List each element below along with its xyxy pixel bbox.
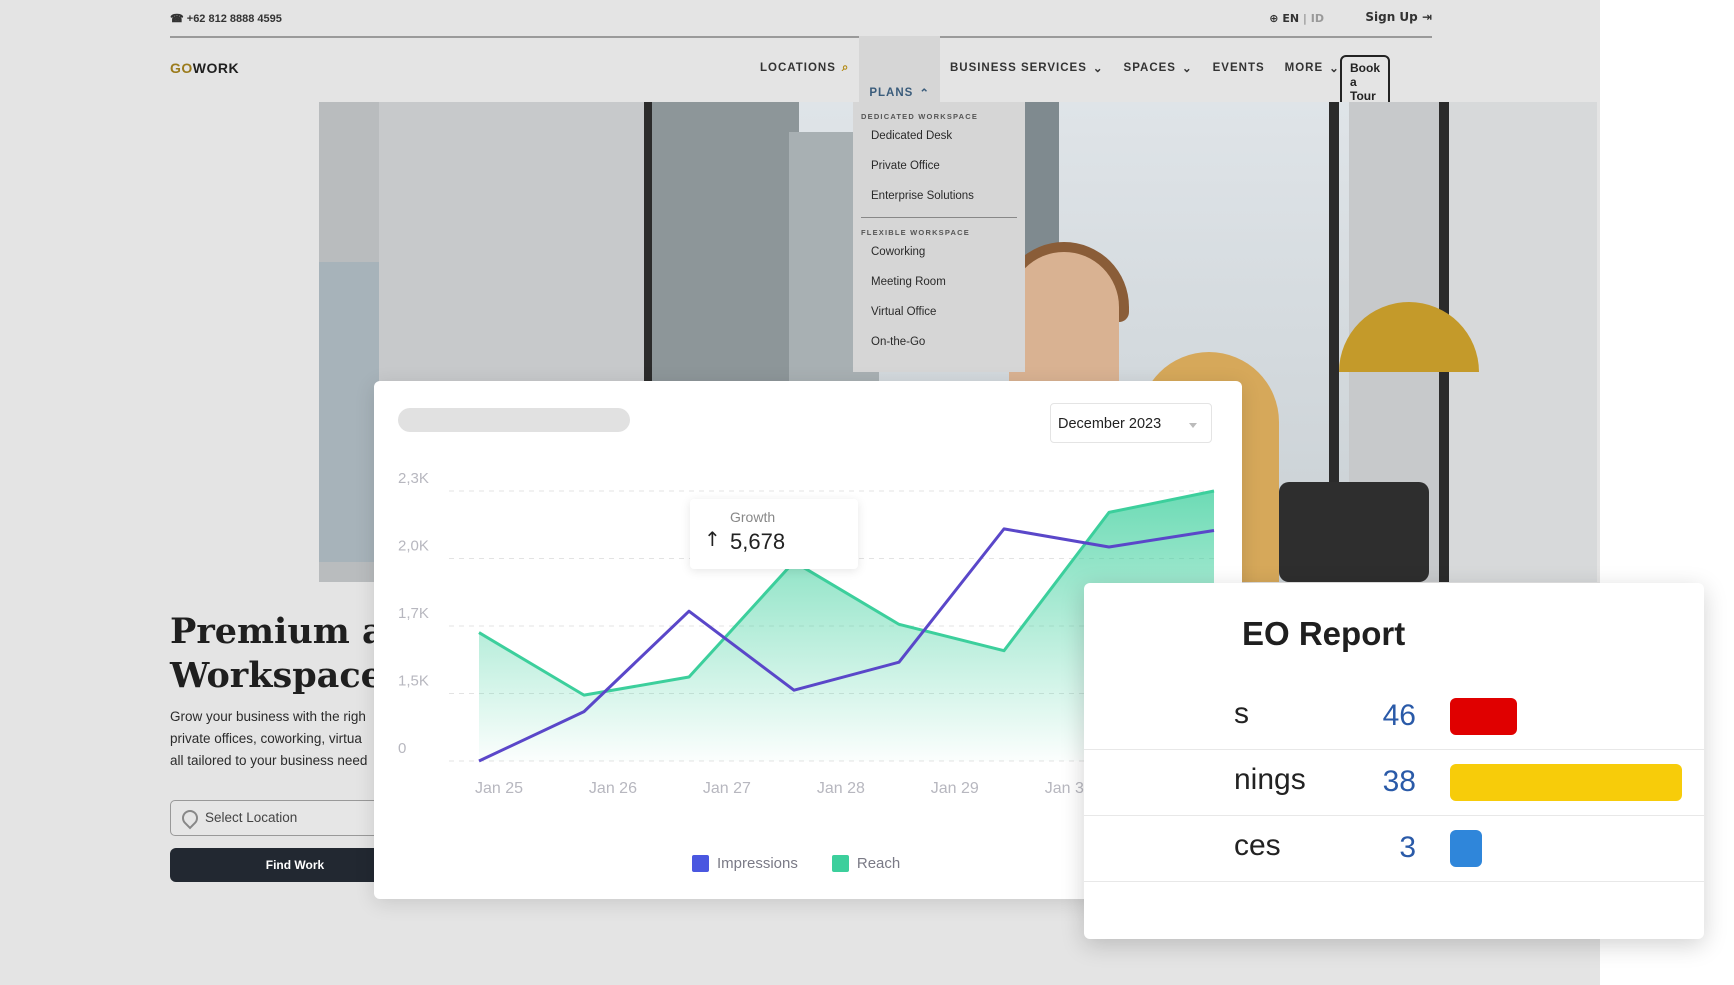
x-tick-label: Jan 29 xyxy=(931,780,979,797)
x-tick-label: Jan 27 xyxy=(703,780,751,797)
whatsapp-icon: ☎ xyxy=(170,13,184,25)
x-tick-label: Jan 28 xyxy=(817,780,865,797)
seo-report-card: EO Report s 46 nings 38 ces 3 xyxy=(1084,583,1704,939)
search-icon: ⌕ xyxy=(841,61,850,74)
sign-up-link[interactable]: Sign Up ⇥ xyxy=(1365,10,1432,24)
seo-row: ces 3 xyxy=(1084,815,1704,882)
chevron-down-icon: ⌄ xyxy=(1092,63,1104,75)
seo-row-bar xyxy=(1450,764,1682,801)
dedicated-workspace-heading: DEDICATED WORKSPACE xyxy=(861,112,979,121)
nav-spaces-label: SPACES xyxy=(1123,62,1176,74)
hero-headline: Premium a Workspace xyxy=(170,610,385,698)
hero-subtitle-line-2: private offices, coworking, virtua xyxy=(170,731,362,746)
legend-impressions[interactable]: Impressions xyxy=(692,855,798,872)
hero-headline-line-1: Premium a xyxy=(170,611,385,652)
chart-legend: Impressions Reach xyxy=(692,855,900,872)
nav-locations[interactable]: LOCATIONS ⌕ xyxy=(750,60,859,76)
menu-virtual-office[interactable]: Virtual Office xyxy=(871,297,1025,327)
title-placeholder xyxy=(398,408,630,432)
nav-business-services-label: BUSINESS SERVICES xyxy=(949,62,1087,74)
menu-coworking[interactable]: Coworking xyxy=(871,237,1025,267)
lang-separator: | xyxy=(1302,12,1307,25)
y-tick-label: 0 xyxy=(398,740,406,757)
legend-impressions-label: Impressions xyxy=(717,855,798,872)
nav-plans-label: PLANS xyxy=(869,87,914,99)
seo-row-bar xyxy=(1450,698,1517,735)
impressions-swatch xyxy=(692,855,709,872)
nav-more[interactable]: MORE ⌄ xyxy=(1275,60,1350,76)
seo-row-name: nings xyxy=(1234,763,1306,796)
chevron-down-icon: ⌄ xyxy=(1329,63,1340,75)
month-selector-value: December 2023 xyxy=(1058,416,1162,432)
hero-headline-line-2: Workspace xyxy=(170,655,383,696)
y-tick-label: 1,5K xyxy=(398,673,429,690)
location-pin-icon xyxy=(178,806,202,830)
lang-id[interactable]: ID xyxy=(1311,12,1324,25)
hero-subtitle-line-3: all tailored to your business need xyxy=(170,753,368,768)
chevron-down-icon xyxy=(1189,423,1197,428)
seo-row-value: 38 xyxy=(1382,765,1416,798)
nav-spaces[interactable]: SPACES ⌄ xyxy=(1114,60,1203,76)
menu-dedicated-desk[interactable]: Dedicated Desk xyxy=(871,121,1025,151)
flexible-workspace-heading: FLEXIBLE WORKSPACE xyxy=(861,228,970,237)
tooltip-label: Growth xyxy=(730,509,776,525)
sign-in-icon: ⇥ xyxy=(1421,10,1432,24)
gowork-logo[interactable]: GOWORK xyxy=(170,60,239,76)
tooltip-value: 5,678 xyxy=(730,529,786,554)
menu-private-office[interactable]: Private Office xyxy=(871,151,1025,181)
arrow-up-icon: ↑ xyxy=(704,527,721,551)
lang-en[interactable]: EN xyxy=(1282,12,1299,25)
plans-dropdown: DEDICATED WORKSPACE Dedicated Desk Priva… xyxy=(853,102,1025,372)
nav-events-label: EVENTS xyxy=(1212,62,1265,74)
book-tour-button[interactable]: Book a Tour xyxy=(1340,55,1390,109)
phone-text: +62 812 8888 4595 xyxy=(186,13,282,25)
seo-row-name: s xyxy=(1234,697,1249,730)
menu-divider xyxy=(861,217,1017,218)
language-switch[interactable]: ⊕ EN | ID xyxy=(1269,12,1324,25)
menu-meeting-room[interactable]: Meeting Room xyxy=(871,267,1025,297)
chevron-up-icon: ⌃ xyxy=(919,88,930,100)
hero-subtitle: Grow your business with the righ private… xyxy=(170,706,380,772)
seo-row-value: 46 xyxy=(1382,699,1416,732)
seo-row-value: 3 xyxy=(1399,831,1416,864)
growth-tooltip: ↑ Growth 5,678 xyxy=(690,499,858,569)
y-tick-label: 2,0K xyxy=(398,538,429,555)
seo-row: s 46 xyxy=(1084,683,1704,750)
logo-go: GO xyxy=(170,60,193,76)
sign-up-label: Sign Up xyxy=(1365,10,1418,24)
legend-reach-label: Reach xyxy=(856,855,901,872)
seo-row-bar xyxy=(1450,830,1482,867)
nav-locations-label: LOCATIONS xyxy=(760,62,836,74)
x-tick-label: Jan 25 xyxy=(475,780,523,797)
x-tick-label: Jan 26 xyxy=(589,780,637,797)
seo-row-name: ces xyxy=(1234,829,1281,862)
nav-business-services[interactable]: BUSINESS SERVICES ⌄ xyxy=(940,60,1114,76)
phone-number[interactable]: ☎ +62 812 8888 4595 xyxy=(170,12,282,25)
legend-reach[interactable]: Reach xyxy=(831,855,901,872)
nav-events[interactable]: EVENTS xyxy=(1203,60,1275,76)
logo-work: WORK xyxy=(192,60,240,76)
seo-report-title: EO Report xyxy=(1242,615,1406,652)
top-bar: ☎ +62 812 8888 4595 ⊕ EN | ID Sign Up ⇥ xyxy=(170,0,1432,38)
y-tick-label: 2,3K xyxy=(398,470,429,487)
location-placeholder: Select Location xyxy=(205,810,298,825)
globe-icon: ⊕ xyxy=(1269,12,1279,25)
seo-row: nings 38 xyxy=(1084,749,1704,816)
chevron-down-icon: ⌄ xyxy=(1181,63,1193,75)
reach-swatch xyxy=(831,855,849,872)
menu-enterprise-solutions[interactable]: Enterprise Solutions xyxy=(871,181,1025,211)
menu-on-the-go[interactable]: On-the-Go xyxy=(871,327,1025,357)
y-tick-label: 1,7K xyxy=(398,605,429,622)
nav-more-label: MORE xyxy=(1284,62,1324,74)
hero-subtitle-line-1: Grow your business with the righ xyxy=(170,709,366,724)
